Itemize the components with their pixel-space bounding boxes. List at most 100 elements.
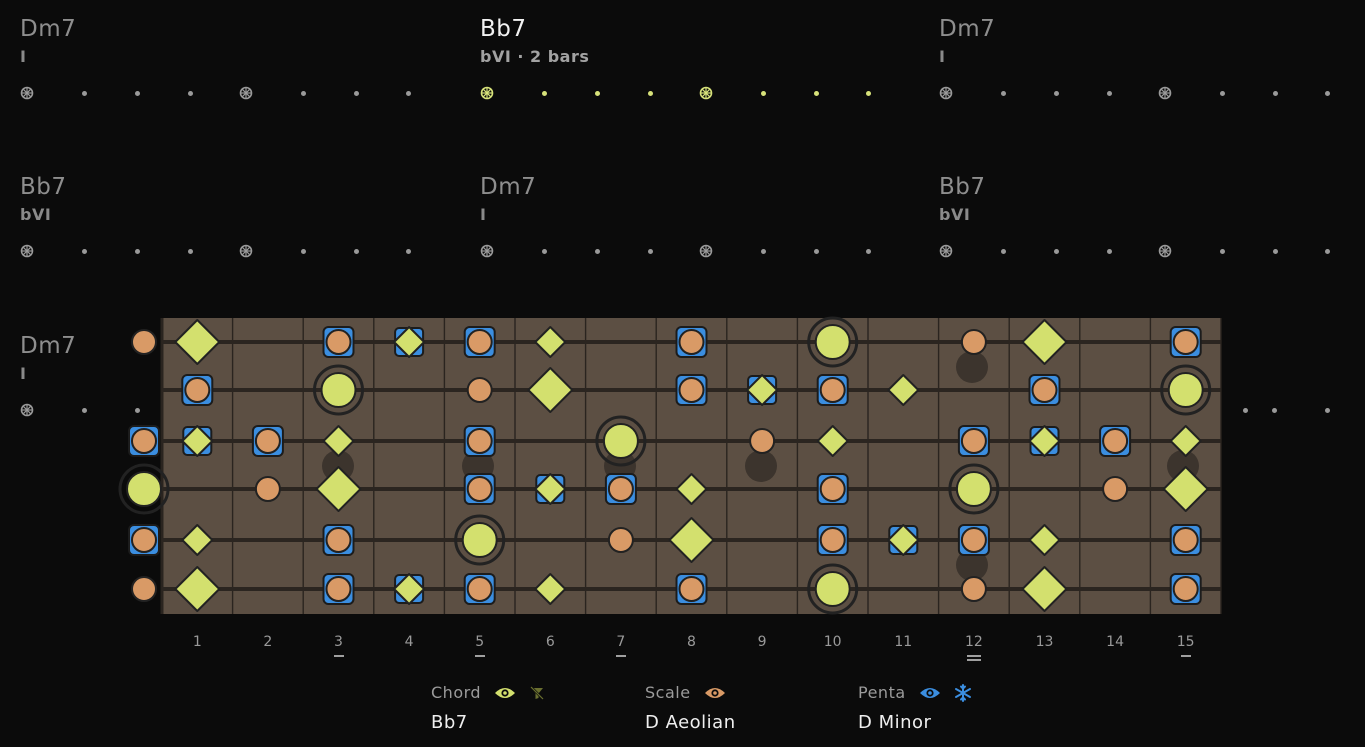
- fret-note[interactable]: [128, 524, 160, 556]
- fret-note[interactable]: [322, 524, 355, 556]
- scale-tone: [1172, 576, 1199, 602]
- root-note: [126, 471, 162, 507]
- scale-tone: [466, 476, 493, 502]
- fret-note[interactable]: [807, 563, 859, 615]
- scale-tone: [960, 329, 987, 355]
- fret-note[interactable]: [816, 374, 849, 406]
- fret-note[interactable]: [181, 374, 214, 406]
- snowflake-icon[interactable]: [954, 683, 972, 702]
- fret-note[interactable]: [816, 473, 849, 505]
- fret-note[interactable]: [463, 473, 496, 505]
- fret-note[interactable]: [675, 374, 708, 406]
- fret-marker: [966, 659, 981, 661]
- fret-number: 1: [192, 634, 202, 650]
- scale-tone: [131, 576, 157, 602]
- scale-tone: [819, 476, 846, 502]
- scale-tone: [1102, 428, 1129, 454]
- fret-note[interactable]: [454, 514, 506, 566]
- fret-note[interactable]: [604, 473, 637, 505]
- fret-note[interactable]: [322, 326, 355, 358]
- fret-number: 15: [1176, 634, 1195, 650]
- fret-inlay: [956, 351, 988, 383]
- fret-note[interactable]: [675, 326, 708, 358]
- scale-tone: [1031, 377, 1058, 403]
- fret-note[interactable]: [1028, 374, 1061, 406]
- penta-eye-icon[interactable]: [919, 686, 941, 700]
- scale-value[interactable]: D Aeolian: [645, 712, 736, 733]
- fret-note[interactable]: [463, 425, 496, 457]
- root-note: [814, 324, 851, 360]
- fret-note[interactable]: [1169, 573, 1202, 605]
- scale-tone: [325, 576, 352, 602]
- filter-off-icon[interactable]: [529, 685, 545, 701]
- scale-tone: [960, 527, 987, 553]
- fret-note[interactable]: [393, 573, 426, 605]
- fret-note[interactable]: [118, 463, 170, 515]
- fret-note[interactable]: [746, 374, 779, 406]
- fret-note[interactable]: [393, 326, 426, 358]
- fret-note[interactable]: [607, 527, 634, 553]
- scale-tone: [131, 428, 157, 454]
- fret-note[interactable]: [1169, 326, 1202, 358]
- fret-note[interactable]: [595, 415, 647, 467]
- fret-note[interactable]: [1169, 524, 1202, 556]
- fret-number: 12: [964, 634, 983, 650]
- chord-eye-icon[interactable]: [494, 686, 516, 700]
- fret-note[interactable]: [254, 476, 281, 502]
- scale-tone: [960, 576, 987, 602]
- scale-tone: [325, 329, 352, 355]
- fret-note[interactable]: [957, 425, 990, 457]
- fret-note[interactable]: [957, 524, 990, 556]
- root-note: [814, 571, 851, 607]
- fret-note[interactable]: [463, 326, 496, 358]
- fret-marker: [615, 655, 626, 657]
- scale-tone: [131, 329, 157, 355]
- fret-note[interactable]: [466, 377, 493, 403]
- scale-tone: [819, 527, 846, 553]
- fret-note[interactable]: [1102, 476, 1129, 502]
- root-note: [602, 423, 639, 459]
- fret-note[interactable]: [807, 316, 859, 368]
- fret-note[interactable]: [463, 573, 496, 605]
- fret-note[interactable]: [960, 576, 987, 602]
- root-note: [1167, 372, 1204, 408]
- fret-note[interactable]: [181, 425, 214, 457]
- fret-note[interactable]: [322, 573, 355, 605]
- chord-value[interactable]: Bb7: [431, 712, 468, 733]
- fret-note[interactable]: [1028, 425, 1061, 457]
- fret-note[interactable]: [1160, 364, 1212, 416]
- fret-note[interactable]: [534, 473, 567, 505]
- fret-note[interactable]: [251, 425, 284, 457]
- scale-tone: [466, 329, 493, 355]
- fret-number: 2: [263, 634, 273, 650]
- fret-note[interactable]: [131, 576, 157, 602]
- scale-tone: [960, 428, 987, 454]
- fret-note[interactable]: [749, 428, 776, 454]
- fret-note[interactable]: [887, 524, 920, 556]
- scale-tone: [607, 527, 634, 553]
- scale-tone: [466, 576, 493, 602]
- scale-tone: [819, 377, 846, 403]
- fret-number: 14: [1106, 634, 1124, 650]
- scale-eye-icon[interactable]: [704, 686, 726, 700]
- scale-tone: [678, 329, 705, 355]
- chord-label: Chord: [431, 683, 482, 702]
- fret-note[interactable]: [960, 329, 987, 355]
- fret-note[interactable]: [675, 573, 708, 605]
- fret-number: 4: [404, 634, 414, 650]
- fret-note[interactable]: [313, 364, 364, 416]
- fret-number: 10: [823, 634, 842, 650]
- fret-number: 9: [757, 634, 767, 650]
- fret-note[interactable]: [131, 329, 157, 355]
- fret-number: 11: [894, 634, 913, 650]
- penta-value[interactable]: D Minor: [858, 712, 931, 733]
- fret-number: 6: [545, 634, 555, 650]
- fret-number: 3: [334, 634, 343, 650]
- fret-note[interactable]: [1099, 425, 1132, 457]
- fret-note[interactable]: [948, 463, 1000, 515]
- fret-note[interactable]: [128, 425, 160, 457]
- scale-tone: [607, 476, 634, 502]
- fret-inlay: [745, 450, 777, 482]
- scale-tone: [678, 576, 705, 602]
- fret-note[interactable]: [816, 524, 849, 556]
